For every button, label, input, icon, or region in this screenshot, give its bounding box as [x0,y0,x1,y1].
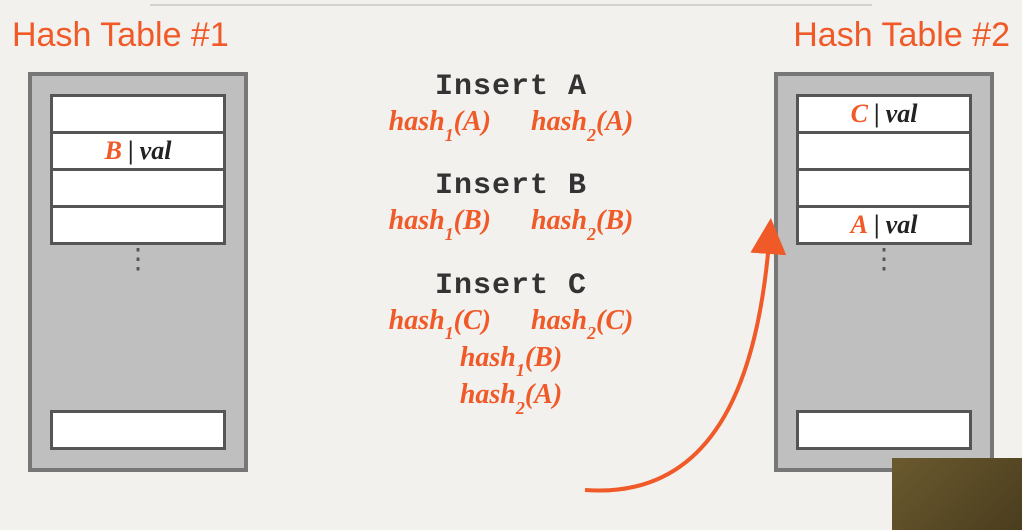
hash-term: hash2(A) [460,379,562,414]
hash-table-2: C|val A|val ⋮ [774,72,994,472]
hash-term: hash1(B) [460,342,562,377]
op-insert-b-title: Insert B [290,169,732,203]
ht2-slot-3-value: A|val [851,210,918,240]
hash-table-1-slots: B|val ⋮ [50,94,226,277]
ht2-slot-1 [796,131,972,171]
title-hash-table-2: Hash Table #2 [793,16,1010,55]
op-insert-c-title: Insert C [290,269,732,303]
ht1-slot-2 [50,168,226,208]
ht2-ellipsis-icon: ⋮ [796,245,972,277]
title-hash-table-1: Hash Table #1 [12,16,229,55]
ht2-slot-last [796,410,972,450]
op-insert-c-hashes-row-1: hash1(C) hash2(C) [290,305,732,340]
ht2-slot-0-value: C|val [851,99,918,129]
ht1-slot-last [50,410,226,450]
hash-term: hash1(C) [389,305,491,340]
ht1-ellipsis-icon: ⋮ [50,245,226,277]
op-insert-a-hashes: hash1(A) hash2(A) [290,106,732,141]
ht2-slot-2 [796,168,972,208]
ht1-slot-1-value: B|val [105,136,172,166]
op-insert-c: Insert C hash1(C) hash2(C) hash1(B) hash… [290,269,732,415]
op-insert-b-hashes: hash1(B) hash2(B) [290,205,732,240]
op-insert-c-hashes-row-3: hash2(A) [290,379,732,414]
hash-term: hash2(B) [531,205,633,240]
ht2-slot-0: C|val [796,94,972,134]
hash-term: hash1(B) [389,205,491,240]
hash-table-2-slots: C|val A|val ⋮ [796,94,972,277]
hash-term: hash2(C) [531,305,633,340]
op-insert-c-hashes-row-2: hash1(B) [290,342,732,377]
ht1-slot-1: B|val [50,131,226,171]
top-divider [150,4,872,6]
op-insert-a-title: Insert A [290,70,732,104]
ht1-slot-0 [50,94,226,134]
ht1-slot-3 [50,205,226,245]
op-insert-b: Insert B hash1(B) hash2(B) [290,169,732,240]
hash-table-1: B|val ⋮ [28,72,248,472]
hash-term: hash2(A) [531,106,633,141]
operations-list: Insert A hash1(A) hash2(A) Insert B hash… [290,70,732,414]
video-overlay-corner [892,458,1022,530]
op-insert-a: Insert A hash1(A) hash2(A) [290,70,732,141]
hash-term: hash1(A) [389,106,491,141]
ht2-slot-3: A|val [796,205,972,245]
